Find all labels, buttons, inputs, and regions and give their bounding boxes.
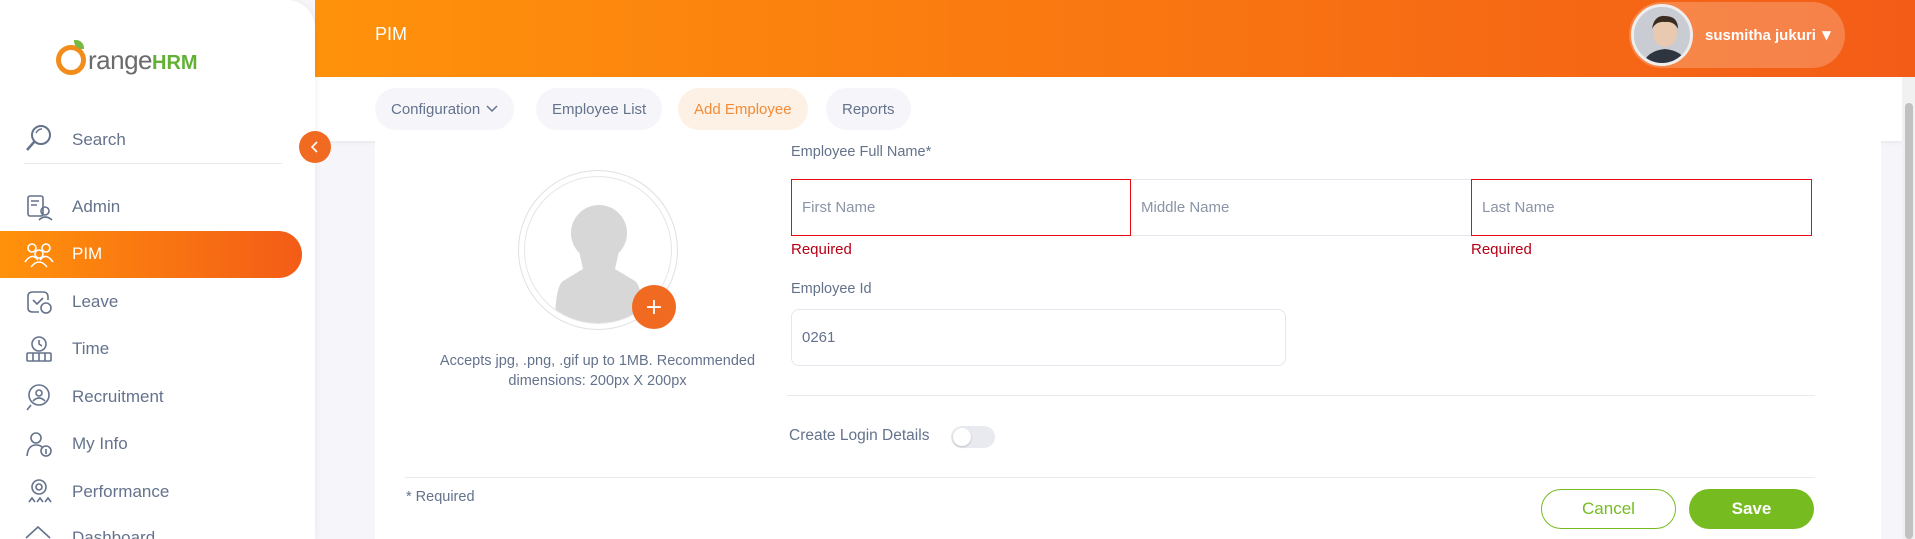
employee-id-label: Employee Id bbox=[791, 281, 872, 297]
sidebar-item-label: Recruitment bbox=[72, 386, 164, 406]
collapse-sidebar-button[interactable] bbox=[299, 131, 331, 163]
page-scrollbar[interactable] bbox=[1902, 77, 1915, 539]
sidebar-item-label: Dashboard bbox=[72, 528, 156, 539]
first-name-placeholder: First Name bbox=[802, 199, 876, 216]
scrollbar-thumb[interactable] bbox=[1905, 103, 1913, 539]
tab-label: Reports bbox=[842, 100, 895, 118]
sidebar-item-label: My Info bbox=[72, 434, 128, 454]
brand-logo[interactable]: range HRM bbox=[56, 28, 198, 76]
sidebar-item-label: PIM bbox=[72, 244, 103, 264]
tab-label: Add Employee bbox=[694, 100, 792, 118]
performance-icon bbox=[24, 477, 54, 507]
sidebar-item-label: Leave bbox=[72, 291, 119, 311]
sidebar-item-performance[interactable]: Performance bbox=[0, 468, 315, 516]
tab-reports[interactable]: Reports bbox=[826, 88, 911, 130]
dashboard-icon bbox=[24, 524, 54, 539]
middle-name-input[interactable]: Middle Name bbox=[1131, 179, 1472, 236]
required-note: * Required bbox=[406, 489, 475, 505]
avatar bbox=[1631, 4, 1693, 66]
tab-label: Employee List bbox=[552, 100, 647, 118]
chevron-down-icon bbox=[486, 102, 498, 116]
sidebar-item-time[interactable]: Time bbox=[0, 326, 315, 374]
sidebar-item-label: Time bbox=[72, 339, 110, 359]
employee-id-input[interactable]: 0261 bbox=[791, 309, 1286, 366]
sidebar-item-label: Admin bbox=[72, 196, 121, 216]
time-icon bbox=[24, 334, 54, 364]
first-name-input[interactable]: First Name bbox=[791, 179, 1131, 236]
sidebar-item-my-info[interactable]: My Info bbox=[0, 421, 315, 469]
add-photo-button[interactable]: + bbox=[632, 285, 676, 329]
sidebar-item-pim[interactable]: PIM bbox=[0, 230, 302, 278]
sidebar-search[interactable]: Search bbox=[24, 124, 282, 164]
tab-configuration[interactable]: Configuration bbox=[375, 88, 515, 130]
recruitment-icon bbox=[24, 382, 54, 412]
user-name: susmitha jukuri bbox=[1705, 26, 1816, 44]
sidebar-item-admin[interactable]: Admin bbox=[0, 183, 315, 231]
caret-down-icon: ▼ bbox=[1821, 28, 1832, 42]
tab-add-employee[interactable]: Add Employee bbox=[678, 88, 808, 130]
photo-hint: Accepts jpg, .png, .gif up to 1MB. Recom… bbox=[439, 353, 756, 389]
footer-divider bbox=[405, 477, 1815, 478]
myinfo-icon bbox=[24, 429, 54, 459]
brand-hrm: HRM bbox=[152, 52, 198, 74]
employee-id-value: 0261 bbox=[802, 329, 836, 346]
pim-icon bbox=[24, 239, 54, 269]
toggle-knob bbox=[953, 428, 971, 446]
last-name-error: Required bbox=[1471, 241, 1532, 258]
page-title: PIM bbox=[375, 24, 408, 44]
sidebar: range HRM Search Admin PIM Leave Time Re… bbox=[0, 0, 315, 539]
full-name-label: Employee Full Name* bbox=[791, 144, 932, 160]
top-nav: Configuration Employee List Add Employee… bbox=[315, 77, 1902, 141]
first-name-error: Required bbox=[791, 241, 852, 258]
add-employee-card: + Accepts jpg, .png, .gif up to 1MB. Rec… bbox=[375, 141, 1881, 539]
last-name-input[interactable]: Last Name bbox=[1471, 179, 1812, 236]
save-button[interactable]: Save bbox=[1689, 489, 1814, 529]
cancel-button[interactable]: Cancel bbox=[1541, 489, 1676, 529]
top-header: PIM susmitha jukuri ▼ bbox=[315, 0, 1915, 77]
orange-logo-icon bbox=[56, 40, 86, 75]
create-login-label: Create Login Details bbox=[789, 427, 930, 444]
create-login-toggle[interactable] bbox=[951, 426, 995, 448]
sidebar-item-recruitment[interactable]: Recruitment bbox=[0, 373, 315, 421]
admin-icon bbox=[24, 192, 54, 222]
leave-icon bbox=[24, 287, 54, 317]
sidebar-item-leave[interactable]: Leave bbox=[0, 278, 315, 326]
brand-text: range bbox=[88, 45, 153, 75]
sidebar-item-dashboard[interactable]: Dashboard bbox=[24, 524, 155, 539]
middle-name-placeholder: Middle Name bbox=[1141, 199, 1230, 216]
last-name-placeholder: Last Name bbox=[1482, 199, 1555, 216]
search-icon bbox=[24, 123, 54, 157]
tab-label: Configuration bbox=[391, 100, 481, 118]
sidebar-item-label: Performance bbox=[72, 481, 170, 501]
tab-employee-list[interactable]: Employee List bbox=[536, 88, 663, 130]
section-divider bbox=[787, 395, 1815, 396]
search-label: Search bbox=[72, 129, 126, 149]
sidebar-nav: Admin PIM Leave Time Recruitment My Info… bbox=[0, 183, 315, 516]
user-dropdown[interactable]: susmitha jukuri ▼ bbox=[1629, 2, 1845, 68]
